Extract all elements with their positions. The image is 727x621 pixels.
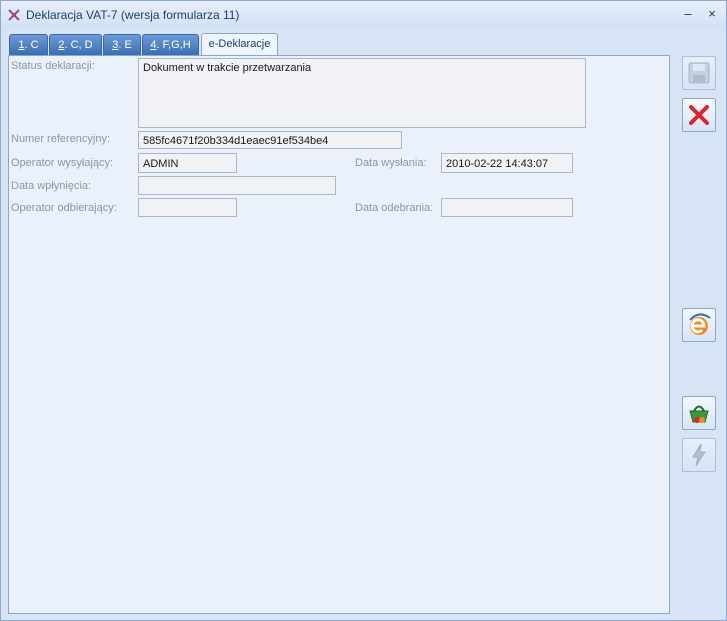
- close-window-button[interactable]: ×: [704, 6, 720, 22]
- sent-date-field[interactable]: 2010-02-22 14:43:07: [441, 153, 573, 173]
- e-declaration-button[interactable]: [682, 308, 716, 342]
- sender-operator-label: Operator wysyłający:: [11, 157, 114, 169]
- declaration-window: Deklaracja VAT-7 (wersja formularza 11) …: [0, 0, 727, 621]
- status-field[interactable]: Dokument w trakcie przetwarzania: [138, 58, 586, 128]
- tab-3-e[interactable]: 3. E: [103, 34, 141, 55]
- window-title: Deklaracja VAT-7 (wersja formularza 11): [26, 8, 240, 22]
- status-label: Status deklaracji:: [11, 60, 95, 72]
- pickup-date-label: Data odebrania:: [355, 202, 434, 214]
- tab-4-fgh[interactable]: 4. F,G,H: [142, 34, 199, 55]
- tab-4-fgh-label: . F,G,H: [156, 39, 191, 51]
- receiver-operator-label: Operator odbierający:: [11, 202, 117, 214]
- tab-1-c-label: . C: [24, 39, 39, 51]
- tab-1-c[interactable]: 1. C: [9, 34, 48, 55]
- tab-3-e-label: . E: [118, 39, 132, 51]
- receiver-operator-field[interactable]: [138, 198, 237, 217]
- tab-2-cd-label: . C, D: [64, 39, 93, 51]
- received-date-field[interactable]: [138, 176, 336, 195]
- pickup-date-field[interactable]: [441, 198, 573, 217]
- lightning-icon: [692, 443, 706, 467]
- e-deklaracje-panel: Status deklaracji: Dokument w trakcie pr…: [8, 55, 670, 614]
- e-declaration-icon: [689, 313, 711, 335]
- save-button[interactable]: [682, 56, 716, 90]
- save-icon: [688, 62, 710, 84]
- download-receipt-button[interactable]: [682, 396, 716, 430]
- sent-date-label: Data wysłania:: [355, 157, 427, 169]
- tab-e-deklaracje[interactable]: e-Deklaracje: [201, 33, 278, 56]
- reference-number-field[interactable]: 585fc4671f20b334d1eaec91ef534be4: [138, 131, 402, 149]
- received-date-label: Data wpłynięcia:: [11, 180, 92, 192]
- app-icon: [8, 9, 20, 21]
- cancel-icon: [689, 105, 709, 125]
- tab-2-cd[interactable]: 2. C, D: [49, 34, 102, 55]
- tab-e-deklaracje-label: e-Deklaracje: [208, 38, 271, 50]
- send-button[interactable]: [682, 438, 716, 472]
- cancel-button[interactable]: [682, 98, 716, 132]
- reference-number-label: Numer referencyjny:: [11, 133, 111, 145]
- minimize-button[interactable]: –: [680, 6, 696, 22]
- sender-operator-field[interactable]: ADMIN: [138, 153, 237, 173]
- basket-icon: [689, 405, 709, 423]
- title-bar: Deklaracja VAT-7 (wersja formularza 11) …: [1, 1, 726, 29]
